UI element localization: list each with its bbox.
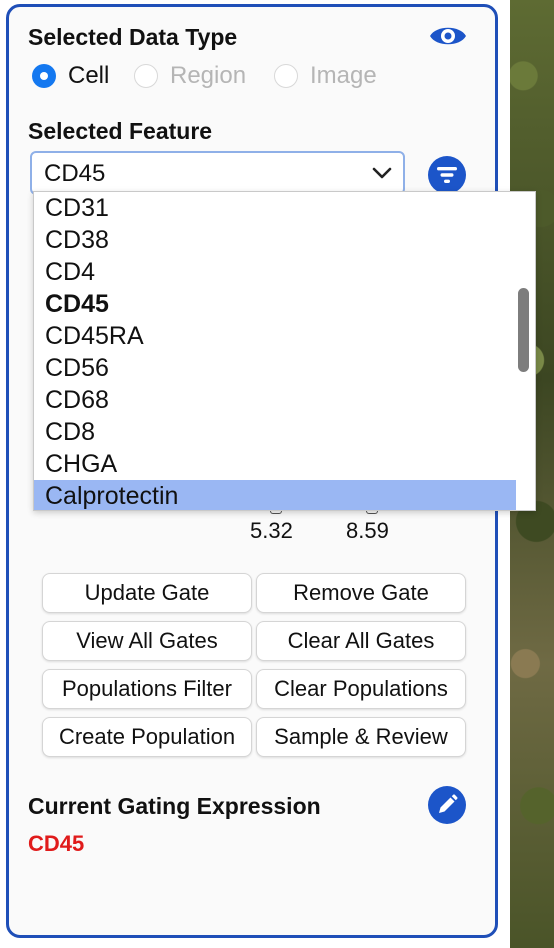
feature-select[interactable]: CD45 [30,151,405,195]
feature-title: Selected Feature [28,118,213,144]
chevron-down-icon [372,167,392,179]
radio-cell[interactable]: Cell [32,62,109,90]
gating-expression-title: Current Gating Expression [28,793,321,819]
dropdown-option-selected[interactable]: CD45 [34,288,516,320]
feature-dropdown-list[interactable]: CD31 CD38 CD4 CD45 CD45RA CD56 CD68 CD8 … [33,191,536,511]
radio-image-label: Image [310,62,377,89]
radio-region[interactable]: Region [134,62,246,90]
dropdown-option[interactable]: CD31 [34,192,516,224]
dropdown-option[interactable]: CD68 [34,384,516,416]
dropdown-option[interactable]: CD4 [34,256,516,288]
populations-filter-button[interactable]: Populations Filter [42,669,252,709]
clear-all-gates-button[interactable]: Clear All Gates [256,621,466,661]
radio-image[interactable]: Image [274,62,377,90]
range-min-value: 5.32 [250,518,293,543]
radio-cell-label: Cell [68,62,110,89]
clear-populations-button[interactable]: Clear Populations [256,669,466,709]
dropdown-option[interactable]: CHGA [34,448,516,480]
radio-cell-indicator[interactable] [32,64,56,88]
edit-expression-button[interactable] [428,786,466,824]
view-all-gates-button[interactable]: View All Gates [42,621,252,661]
filter-icon [437,167,457,183]
filter-button[interactable] [428,156,466,194]
gating-expression-value: CD45 [28,831,85,856]
dropdown-option[interactable]: CD45RA [34,320,516,352]
radio-region-label: Region [170,62,247,89]
radio-image-indicator[interactable] [274,64,298,88]
data-type-title: Selected Data Type [28,24,238,50]
dropdown-scrollbar-thumb[interactable] [518,288,529,372]
dropdown-option-highlighted[interactable]: Calprotectin [34,480,516,510]
range-max-value: 8.59 [346,518,389,543]
eye-icon[interactable] [428,22,468,50]
dropdown-option[interactable]: CD56 [34,352,516,384]
sample-review-button[interactable]: Sample & Review [256,717,466,757]
pencil-icon [439,794,458,813]
dropdown-option[interactable]: CD38 [34,224,516,256]
dropdown-option[interactable]: CD8 [34,416,516,448]
create-population-button[interactable]: Create Population [42,717,252,757]
radio-region-indicator[interactable] [134,64,158,88]
feature-select-value: CD45 [44,160,106,187]
update-gate-button[interactable]: Update Gate [42,573,252,613]
remove-gate-button[interactable]: Remove Gate [256,573,466,613]
